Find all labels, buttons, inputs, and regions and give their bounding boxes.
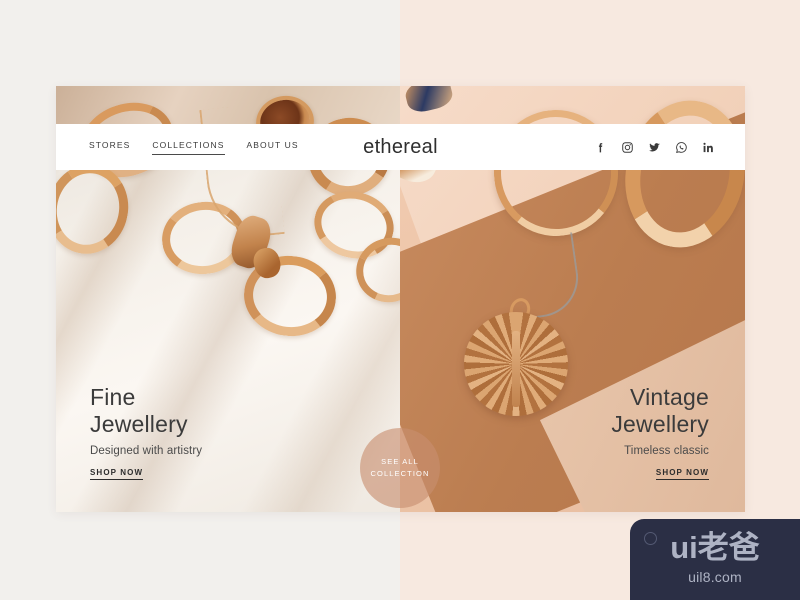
vintage-jewellery-block: Vintage Jewellery Timeless classic SHOP … [611,384,709,480]
vintage-jewellery-title: Vintage Jewellery [611,384,709,437]
pendant-trunk-shape [512,330,520,407]
page-root: STORES COLLECTIONS ABOUT US ethereal Fin… [0,0,800,600]
fine-jewellery-block: Fine Jewellery Designed with artistry SH… [90,384,202,480]
instagram-icon[interactable] [621,141,634,154]
linkedin-icon[interactable] [702,141,715,154]
watermark-url: uil8.com [688,569,742,585]
see-all-line-2: COLLECTION [370,469,430,478]
nav-item-collections[interactable]: COLLECTIONS [152,140,225,155]
facebook-icon[interactable] [594,141,607,154]
vintage-jewellery-subtitle: Timeless classic [624,445,709,457]
navbar: STORES COLLECTIONS ABOUT US ethereal [56,124,745,170]
whatsapp-icon[interactable] [675,141,688,154]
tree-of-life-pendant-shape [464,312,568,416]
nav-links: STORES COLLECTIONS ABOUT US [89,140,299,155]
fine-jewellery-shop-now-button[interactable]: SHOP NOW [90,468,144,480]
vintage-jewellery-shop-now-button[interactable]: SHOP NOW [655,468,709,480]
social-links [594,141,715,154]
see-all-collection-button[interactable]: SEE ALL COLLECTION [360,428,440,508]
hero-card: STORES COLLECTIONS ABOUT US ethereal Fin… [56,86,745,512]
see-all-line-1: SEE ALL [381,457,419,466]
fine-jewellery-subtitle: Designed with artistry [90,445,203,457]
watermark-logo: ui老爸 [670,530,760,565]
nav-item-stores[interactable]: STORES [89,140,130,154]
watermark-badge: ui老爸 uil8.com [630,519,800,600]
twitter-icon[interactable] [648,141,661,154]
fine-jewellery-title: Fine Jewellery [90,384,188,437]
nav-item-about-us[interactable]: ABOUT US [247,140,299,154]
